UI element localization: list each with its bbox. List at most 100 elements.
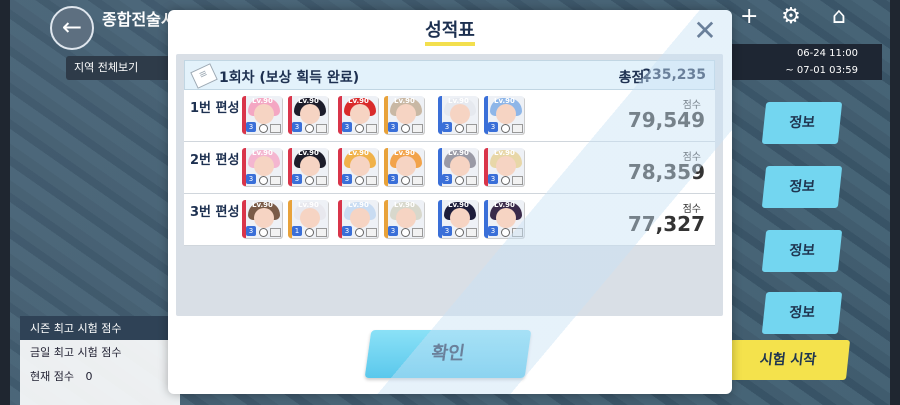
unit-portrait[interactable]: Lv.90 3 <box>384 148 424 186</box>
plus-icon[interactable]: + <box>740 2 760 32</box>
star-badge: 3 <box>442 174 452 184</box>
unit-portrait[interactable]: Lv.90 3 <box>288 148 328 186</box>
ticket-icon: ≡ <box>190 63 218 89</box>
unit-portrait[interactable]: Lv.90 3 <box>484 96 524 134</box>
date-start: 06-24 11:00 <box>796 48 858 59</box>
unit-level: Lv.90 <box>252 149 273 157</box>
skill-dot-icon <box>501 176 510 185</box>
unit-portrait[interactable]: Lv.90 3 <box>384 96 424 134</box>
equip-icon <box>466 176 477 185</box>
star-badge: 3 <box>488 122 498 132</box>
unit-portrait[interactable]: Lv.90 3 <box>242 148 282 186</box>
info-button-3[interactable]: 정보 <box>761 230 843 272</box>
skill-dot-icon <box>355 176 364 185</box>
run-header: ≡ 1회차 (보상 획득 완료) 총점: 235,235 <box>184 60 715 90</box>
skill-dot-icon <box>259 176 268 185</box>
info-button-1[interactable]: 정보 <box>761 102 843 144</box>
unit-portrait[interactable]: Lv.90 3 <box>242 200 282 238</box>
back-button[interactable]: ← <box>50 6 94 50</box>
equip-icon <box>466 124 477 133</box>
current-score-label: 현재 점수 <box>30 370 74 383</box>
equip-icon <box>270 228 281 237</box>
team-row-1: 1번 편성 Lv.90 3 Lv.90 3 Lv.90 3 Lv.90 3 Lv.90 3 Lv.9… <box>184 90 715 142</box>
unit-portrait[interactable]: Lv.90 3 <box>438 200 478 238</box>
right-edge <box>890 0 900 405</box>
left-edge <box>0 0 10 405</box>
info-button-4[interactable]: 정보 <box>761 292 843 334</box>
team-label: 2번 편성 <box>190 153 240 168</box>
unit-portrait[interactable]: Lv.90 3 <box>438 148 478 186</box>
skill-dot-icon <box>401 176 410 185</box>
unit-portrait[interactable]: Lv.90 3 <box>438 96 478 134</box>
star-badge: 3 <box>292 122 302 132</box>
equip-icon <box>316 124 327 133</box>
star-badge: 3 <box>292 174 302 184</box>
portrait-face <box>396 156 416 176</box>
portrait-face <box>254 208 274 228</box>
star-badge: 1 <box>292 226 302 236</box>
portrait-face <box>496 104 516 124</box>
star-badge: 3 <box>342 226 352 236</box>
unit-portrait[interactable]: Lv.90 3 <box>484 148 524 186</box>
equip-icon <box>366 124 377 133</box>
skill-dot-icon <box>501 228 510 237</box>
unit-portrait[interactable]: Lv.90 3 <box>288 96 328 134</box>
info-button-2[interactable]: 정보 <box>761 166 843 208</box>
star-badge: 3 <box>442 226 452 236</box>
star-badge: 3 <box>488 174 498 184</box>
equip-icon <box>270 176 281 185</box>
current-score-value: 0 <box>85 370 93 383</box>
unit-portrait[interactable]: Lv.90 3 <box>338 96 378 134</box>
skill-dot-icon <box>259 124 268 133</box>
unit-level: Lv.90 <box>494 97 515 105</box>
date-end: ~ 07-01 03:59 <box>785 65 858 76</box>
star-badge: 3 <box>488 226 498 236</box>
confirm-button[interactable]: 확인 <box>364 330 532 378</box>
portrait-face <box>254 104 274 124</box>
portrait-face <box>450 104 470 124</box>
team-row-3: 3번 편성 Lv.90 3 Lv.90 1 Lv.90 3 Lv.90 3 Lv.90 3 Lv.9… <box>184 194 715 246</box>
equip-icon <box>466 228 477 237</box>
scorecard-modal: 성적표 ✕ ≡ 1회차 (보상 획득 완료) 총점: 235,235 1번 편성… <box>168 10 732 394</box>
close-icon[interactable]: ✕ <box>690 16 720 46</box>
gear-icon[interactable]: ⚙ <box>776 2 806 32</box>
star-badge: 3 <box>442 122 452 132</box>
equip-icon <box>270 124 281 133</box>
unit-portrait[interactable]: Lv.90 1 <box>288 200 328 238</box>
skill-dot-icon <box>455 176 464 185</box>
unit-portrait[interactable]: Lv.90 3 <box>338 148 378 186</box>
portrait-face <box>350 208 370 228</box>
unit-level: Lv.90 <box>448 149 469 157</box>
skill-dot-icon <box>501 124 510 133</box>
skill-dot-icon <box>455 124 464 133</box>
star-badge: 3 <box>342 174 352 184</box>
skill-dot-icon <box>259 228 268 237</box>
portrait-face <box>450 208 470 228</box>
date-range: 06-24 11:00 ~ 07-01 03:59 <box>732 44 882 80</box>
skill-dot-icon <box>305 124 314 133</box>
results-panel: ≡ 1회차 (보상 획득 완료) 총점: 235,235 1번 편성 Lv.90… <box>176 54 723 316</box>
home-icon[interactable]: ⌂ <box>824 2 854 32</box>
unit-level: Lv.90 <box>448 201 469 209</box>
unit-level: Lv.90 <box>298 97 319 105</box>
unit-level: Lv.90 <box>298 201 319 209</box>
equip-icon <box>512 176 523 185</box>
equip-icon <box>316 176 327 185</box>
unit-portrait[interactable]: Lv.90 3 <box>384 200 424 238</box>
team-score: 78,359 <box>627 160 705 184</box>
star-badge: 3 <box>246 174 256 184</box>
team-row-2: 2번 편성 Lv.90 3 Lv.90 3 Lv.90 3 Lv.90 3 Lv.90 3 Lv.9… <box>184 142 715 194</box>
unit-level: Lv.90 <box>348 201 369 209</box>
portrait-face <box>396 208 416 228</box>
skill-dot-icon <box>401 124 410 133</box>
unit-portrait[interactable]: Lv.90 3 <box>484 200 524 238</box>
current-score-row: 현재 점수 0 <box>20 364 180 388</box>
start-test-button[interactable]: 시험 시작 <box>725 340 851 380</box>
region-overview-button[interactable]: 지역 전체보기 <box>66 56 184 80</box>
portrait-face <box>450 156 470 176</box>
unit-portrait[interactable]: Lv.90 3 <box>338 200 378 238</box>
portrait-face <box>496 208 516 228</box>
equip-icon <box>316 228 327 237</box>
team-label: 1번 편성 <box>190 101 240 116</box>
unit-portrait[interactable]: Lv.90 3 <box>242 96 282 134</box>
